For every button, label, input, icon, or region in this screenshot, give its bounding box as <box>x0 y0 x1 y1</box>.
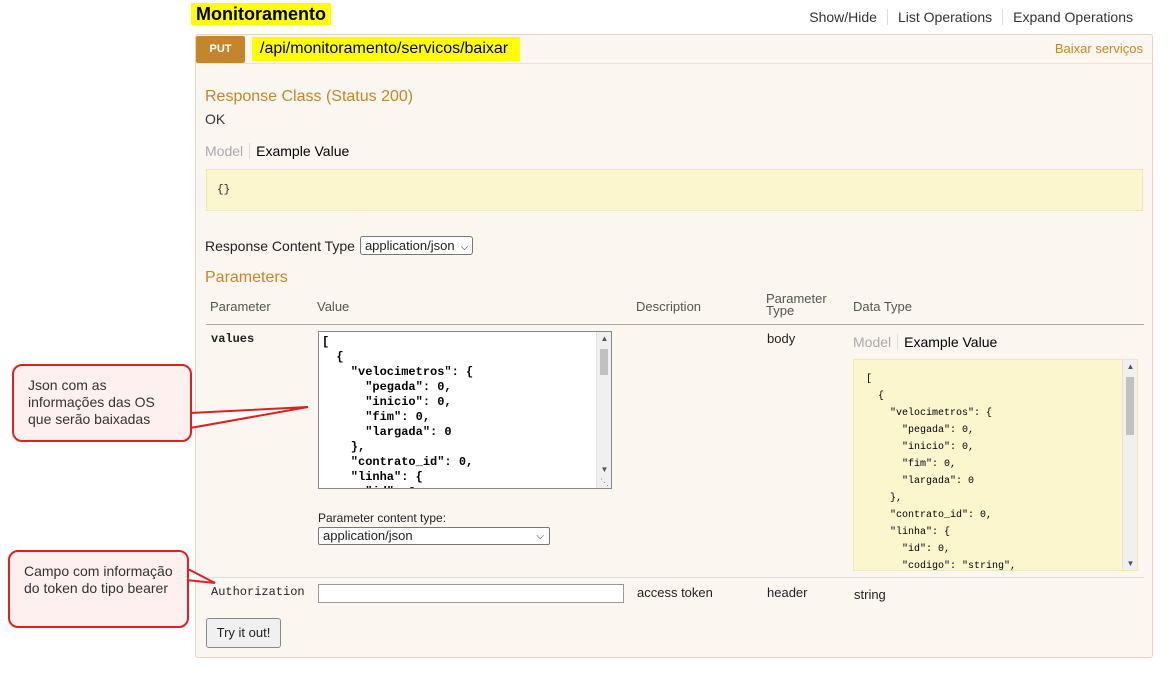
callout-json-note: Json com as informações das OS que serão… <box>12 364 192 442</box>
callout-token-note: Campo com informação do token do tipo be… <box>8 550 189 628</box>
callout-arrow-token <box>185 566 216 584</box>
callout-arrow-json <box>189 406 309 430</box>
